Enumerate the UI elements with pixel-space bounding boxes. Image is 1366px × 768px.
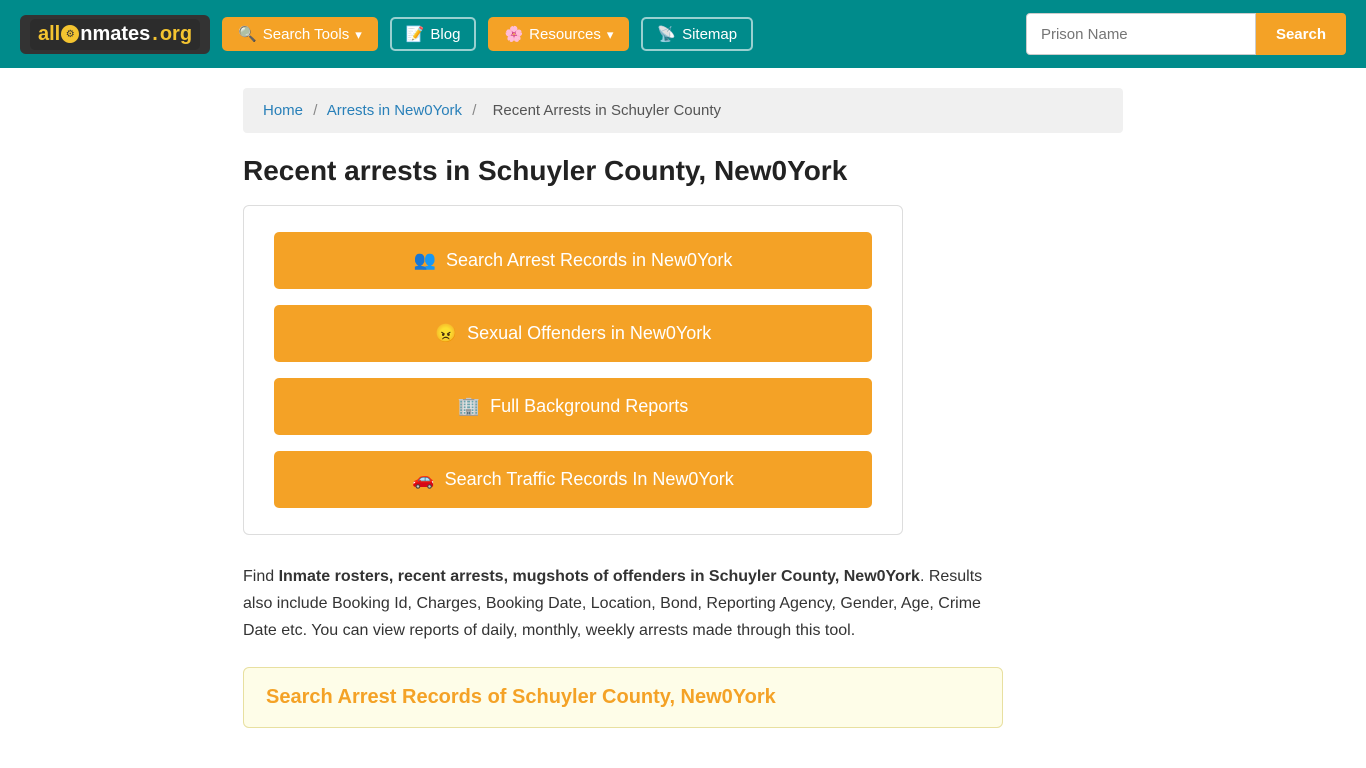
- sitemap-button[interactable]: 📡 Sitemap: [641, 17, 753, 51]
- resources-icon: 🌸: [504, 25, 523, 43]
- logo-dot-text: .: [152, 23, 158, 46]
- resources-label: Resources: [529, 26, 601, 43]
- logo-org-text: org: [160, 23, 192, 46]
- traffic-records-label: Search Traffic Records In New0York: [445, 469, 734, 490]
- arrest-records-icon: 👥: [414, 250, 436, 271]
- prison-name-input[interactable]: [1026, 13, 1256, 55]
- blog-button[interactable]: 📝 Blog: [390, 17, 477, 51]
- background-reports-label: Full Background Reports: [490, 396, 688, 417]
- breadcrumb-separator-2: /: [472, 102, 476, 119]
- search-tools-icon: 🔍: [238, 25, 257, 43]
- breadcrumb: Home / Arrests in New0York / Recent Arre…: [243, 88, 1123, 133]
- main-content: Home / Arrests in New0York / Recent Arre…: [223, 68, 1143, 748]
- search-arrest-records-button[interactable]: 👥 Search Arrest Records in New0York: [274, 232, 872, 289]
- breadcrumb-arrests-link[interactable]: Arrests in New0York: [327, 102, 462, 119]
- traffic-icon: 🚗: [412, 469, 434, 490]
- offenders-icon: 😠: [435, 323, 457, 344]
- prison-search-form: Search: [1026, 13, 1346, 55]
- site-logo[interactable]: all ⚙ nmates . org: [20, 15, 210, 54]
- traffic-records-button[interactable]: 🚗 Search Traffic Records In New0York: [274, 451, 872, 508]
- page-title: Recent arrests in Schuyler County, New0Y…: [243, 155, 1123, 187]
- breadcrumb-current: Recent Arrests in Schuyler County: [493, 102, 721, 119]
- sexual-offenders-button[interactable]: 😠 Sexual Offenders in New0York: [274, 305, 872, 362]
- background-icon: 🏢: [458, 396, 480, 417]
- logo-all-text: all: [38, 23, 60, 46]
- description-bold: Inmate rosters, recent arrests, mugshots…: [279, 568, 920, 585]
- sitemap-label: Sitemap: [682, 26, 737, 43]
- site-header: all ⚙ nmates . org 🔍 Search Tools 📝 Blog…: [0, 0, 1366, 68]
- page-description: Find Inmate rosters, recent arrests, mug…: [243, 563, 1003, 645]
- arrest-records-label: Search Arrest Records in New0York: [446, 250, 732, 271]
- breadcrumb-separator-1: /: [313, 102, 317, 119]
- logo-gear-icon: ⚙: [61, 25, 79, 43]
- description-prefix: Find: [243, 568, 279, 585]
- blog-label: Blog: [430, 26, 460, 43]
- blog-icon: 📝: [406, 25, 425, 43]
- search-arrest-section: Search Arrest Records of Schuyler County…: [243, 667, 1003, 728]
- search-section-title: Search Arrest Records of Schuyler County…: [266, 686, 980, 709]
- chevron-down-icon: [355, 26, 362, 43]
- search-tools-label: Search Tools: [263, 26, 349, 43]
- breadcrumb-home-link[interactable]: Home: [263, 102, 303, 119]
- prison-search-label: Search: [1276, 26, 1326, 43]
- search-tools-button[interactable]: 🔍 Search Tools: [222, 17, 378, 51]
- background-reports-button[interactable]: 🏢 Full Background Reports: [274, 378, 872, 435]
- resources-button[interactable]: 🌸 Resources: [488, 17, 629, 51]
- prison-search-button[interactable]: Search: [1256, 13, 1346, 55]
- action-buttons-card: 👥 Search Arrest Records in New0York 😠 Se…: [243, 205, 903, 535]
- sexual-offenders-label: Sexual Offenders in New0York: [467, 323, 711, 344]
- logo-inmates-text: nmates: [80, 23, 150, 46]
- sitemap-icon: 📡: [657, 25, 676, 43]
- resources-chevron-icon: [607, 26, 614, 43]
